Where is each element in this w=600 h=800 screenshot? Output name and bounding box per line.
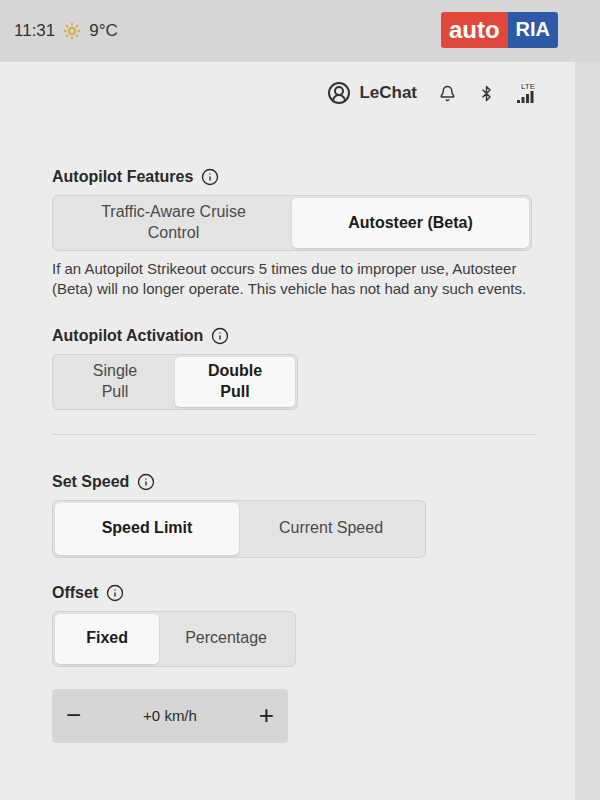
network-status: LTE <box>517 83 535 103</box>
bluetooth-icon[interactable] <box>478 85 495 102</box>
section-title: Set Speed <box>52 473 535 491</box>
plus-button[interactable]: + <box>253 700 280 731</box>
segment-option[interactable]: Speed Limit <box>55 503 239 555</box>
info-icon[interactable] <box>137 473 155 491</box>
header-row: LeChat LTE <box>52 62 535 124</box>
autopilot-features-control: Traffic-Aware Cruise ControlAutosteer (B… <box>52 195 532 251</box>
segment-option[interactable]: Double Pull <box>175 357 295 407</box>
minus-button[interactable]: − <box>60 700 87 731</box>
section-title: Offset <box>52 584 535 602</box>
segment-option[interactable]: Traffic-Aware Cruise Control <box>55 198 292 248</box>
user-icon <box>327 81 351 105</box>
section-title: Autopilot Features <box>52 168 535 186</box>
segment-option[interactable]: Current Speed <box>239 503 423 555</box>
divider <box>52 434 537 435</box>
temperature: 9°C <box>89 21 118 41</box>
segment-option[interactable]: Percentage <box>159 614 293 664</box>
profile[interactable]: LeChat <box>327 81 417 105</box>
info-icon[interactable] <box>211 327 229 345</box>
signal-icon <box>517 91 535 103</box>
settings-panel: LeChat LTE Autopilot Features Traffic-Aware… <box>0 62 575 800</box>
strikeout-note: If an Autopilot Strikeout occurs 5 times… <box>52 259 535 299</box>
segment-option[interactable]: Autosteer (Beta) <box>292 198 529 248</box>
sun-icon <box>63 22 81 40</box>
screen: 11:31 9°C autoRIA LeChat LTE Autopilot Featur… <box>0 0 600 800</box>
info-icon[interactable] <box>201 168 219 186</box>
watermark-logo: autoRIA <box>441 12 558 48</box>
segment-option[interactable]: Single Pull <box>55 357 175 407</box>
set-speed-control: Speed LimitCurrent Speed <box>52 500 426 558</box>
autopilot-activation-control: Single PullDouble Pull <box>52 354 298 410</box>
offset-value: +0 km/h <box>143 707 197 724</box>
segment-option[interactable]: Fixed <box>55 614 159 664</box>
offset-control: FixedPercentage <box>52 611 296 667</box>
bell-icon[interactable] <box>439 85 456 102</box>
section-title: Autopilot Activation <box>52 327 535 345</box>
offset-stepper: − +0 km/h + <box>52 689 288 743</box>
info-icon[interactable] <box>106 584 124 602</box>
time: 11:31 <box>14 21 55 41</box>
